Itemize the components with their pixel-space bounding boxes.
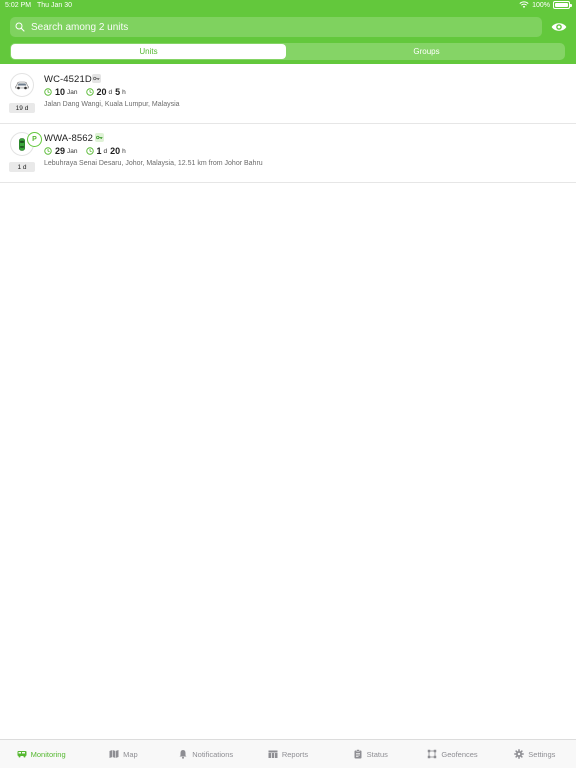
- unit-metrics: 10 Jan 20 d 5 h: [44, 87, 126, 97]
- duration-days-unit: d: [108, 88, 113, 96]
- clock-icon: [44, 147, 52, 155]
- tab-label: Notifications: [192, 749, 234, 759]
- tab-settings[interactable]: Settings: [494, 740, 576, 768]
- last-message-month: Jan: [67, 147, 78, 155]
- bus-icon: [17, 751, 27, 758]
- timer-icon: [85, 88, 94, 96]
- unit-list-item[interactable]: 19 d WC-4521D 10 Jan 20 d 5 h Jalan Dang…: [0, 65, 576, 124]
- segment-units[interactable]: Units: [11, 44, 286, 59]
- key-icon: [95, 133, 104, 142]
- search-bar[interactable]: [10, 17, 542, 37]
- geofence-icon: [428, 749, 437, 759]
- wifi-icon: [519, 1, 529, 8]
- reports-icon: [268, 750, 278, 758]
- unit-name: WWA-8562: [44, 133, 94, 144]
- map-icon: [109, 750, 119, 758]
- last-message-day: 29: [55, 146, 66, 156]
- key-icon: [92, 74, 101, 83]
- tab-notifications[interactable]: Notifications: [165, 740, 247, 768]
- unit-age-badge: 1 d: [9, 162, 35, 172]
- unit-list-item[interactable]: P 1 d WWA-8562 29 Jan 1 d 20 h Lebuhraya…: [0, 124, 576, 183]
- gear-icon: [514, 749, 525, 759]
- white-car-icon: [15, 81, 29, 90]
- unit-metrics: 29 Jan 1 d 20 h: [44, 146, 126, 156]
- status-date: Thu Jan 30: [37, 2, 73, 9]
- unit-name: WC-4521D: [44, 74, 92, 85]
- unit-avatar: [10, 73, 34, 97]
- timer-icon: [85, 147, 94, 155]
- duration-hours-unit: h: [122, 88, 126, 96]
- bottom-tab-bar: Monitoring Map Notifications Reports Sta…: [0, 739, 576, 768]
- duration-hours: 20: [110, 146, 121, 156]
- duration-days: 20: [96, 87, 107, 97]
- status-time: 5:02 PM: [5, 2, 32, 9]
- tab-label: Map: [123, 749, 138, 759]
- tab-monitoring[interactable]: Monitoring: [0, 740, 82, 768]
- tab-label: Reports: [281, 749, 309, 759]
- tab-label: Geofences: [441, 749, 478, 759]
- duration-days: 1: [96, 146, 102, 156]
- search-icon: [15, 22, 25, 32]
- segment-groups[interactable]: Groups: [289, 44, 564, 59]
- parking-status-badge: P: [27, 132, 42, 147]
- tab-label: Status: [366, 749, 388, 759]
- tab-map[interactable]: Map: [82, 740, 164, 768]
- top-header: 5:02 PM Thu Jan 30 100% Units Groups: [0, 0, 576, 64]
- tab-geofences[interactable]: Geofences: [411, 740, 493, 768]
- duration-days-unit: d: [103, 147, 108, 155]
- status-bar: 5:02 PM Thu Jan 30 100%: [0, 0, 576, 12]
- unit-address: Jalan Dang Wangi, Kuala Lumpur, Malaysia: [44, 101, 180, 108]
- status-indicators: 100%: [519, 1, 572, 9]
- duration-hours-unit: h: [122, 147, 126, 155]
- battery-icon: [553, 1, 572, 9]
- tab-reports[interactable]: Reports: [247, 740, 329, 768]
- last-message-day: 10: [55, 87, 66, 97]
- battery-level: [555, 3, 568, 7]
- tab-label: Monitoring: [30, 749, 66, 759]
- tab-label: Settings: [528, 749, 556, 759]
- battery-percent: 100%: [532, 1, 550, 9]
- eye-icon[interactable]: [551, 20, 567, 34]
- bell-icon: [179, 750, 187, 759]
- units-groups-segmented-control: Units Groups: [10, 43, 565, 60]
- unit-age-badge: 19 d: [9, 103, 35, 113]
- clipboard-icon: [354, 749, 362, 759]
- unit-address: Lebuhraya Senai Desaru, Johor, Malaysia,…: [44, 160, 263, 167]
- duration-hours: 5: [115, 87, 121, 97]
- search-input[interactable]: [31, 21, 521, 33]
- clock-icon: [44, 88, 52, 96]
- last-message-month: Jan: [67, 88, 78, 96]
- tab-status[interactable]: Status: [329, 740, 411, 768]
- green-car-icon: [19, 137, 25, 151]
